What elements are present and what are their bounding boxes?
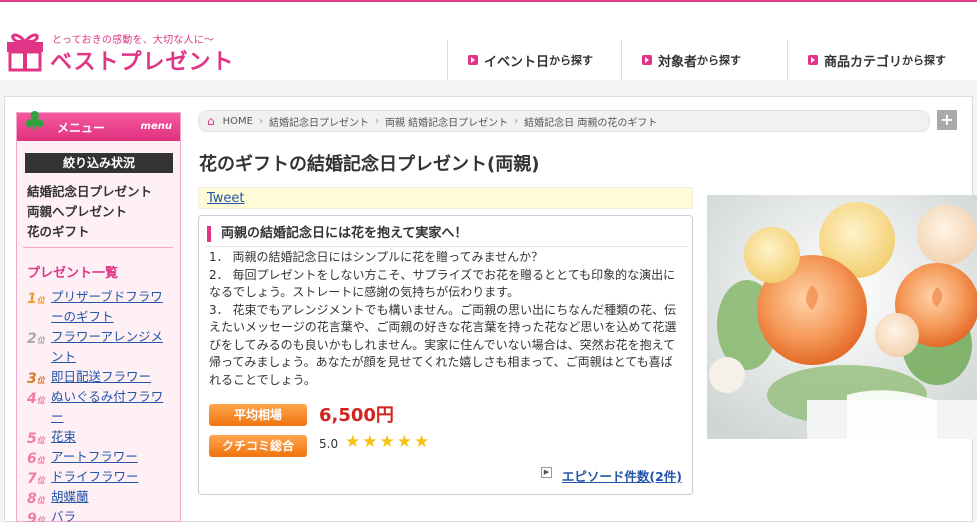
home-icon[interactable]: ⌂ <box>207 114 215 128</box>
present-list-heading: プレゼント一覧 <box>27 266 119 281</box>
filter-status-heading: 絞り込み状況 <box>25 153 173 173</box>
clover-icon: ♣ <box>23 107 47 137</box>
rank-badge: 1位 <box>27 291 45 307</box>
paragraph: 3． 花束でもアレンジメントでも構いません。ご両親の思い出にちなんだ種類の花、伝… <box>209 302 677 387</box>
rank-badge: 8位 <box>27 491 45 507</box>
rank-badge: 3位 <box>27 371 45 387</box>
episode-box: 両親の結婚記念日には花を抱えて実家へ！ 1． 両親の結婚記念日にはシンプルに花を… <box>198 215 693 495</box>
list-item[interactable]: 4位 ぬいぐるみ付フラワー <box>25 387 175 427</box>
episode-count-link[interactable]: エピソード件数(2件) <box>562 466 682 485</box>
list-item-link[interactable]: バラ <box>51 507 175 522</box>
rank-badge: 7位 <box>27 471 45 487</box>
review-badge: クチコミ総合 <box>209 435 307 457</box>
gift-logo-icon[interactable] <box>4 26 46 72</box>
list-item[interactable]: 2位 フラワーアレンジメント <box>25 327 175 367</box>
arrow-square-icon <box>642 55 652 65</box>
filter-item: 両親へプレゼント <box>27 204 128 219</box>
paragraph: 1． 両親の結婚記念日にはシンプルに花を贈ってみませんか？ <box>209 250 544 264</box>
breadcrumb: ⌂ HOME › 結婚記念日プレゼント › 両親 結婚記念日プレゼント › 結婚… <box>198 110 930 132</box>
breadcrumb-item[interactable]: HOME <box>223 116 253 127</box>
site-header: とっておきの感動を、大切な人に〜 ベストプレゼント イベント日 から探す 対象者か… <box>0 2 977 80</box>
tweet-bar: Tweet <box>198 187 693 209</box>
tweet-link[interactable]: Tweet <box>207 191 245 206</box>
list-item-link[interactable]: フラワーアレンジメント <box>51 327 175 367</box>
list-item-link[interactable]: 胡蝶蘭 <box>51 487 175 507</box>
chevron-right-icon: › <box>514 115 519 127</box>
breadcrumb-item[interactable]: 両親 結婚記念日プレゼント <box>385 114 508 129</box>
nav-suffix: から探す <box>697 54 742 67</box>
page-title: 花のギフトの結婚記念日プレゼント(両親) <box>199 154 540 175</box>
breadcrumb-item[interactable]: 結婚記念日プレゼント <box>269 114 369 129</box>
sidebar-title: メニュー <box>57 121 106 135</box>
list-item-link[interactable]: 即日配送フラワー <box>51 367 175 387</box>
site-brand[interactable]: ベストプレゼント <box>50 44 234 76</box>
chevron-right-icon: › <box>258 115 263 127</box>
box-body: 1． 両親の結婚記念日にはシンプルに花を贈ってみませんか？ 2． 毎回プレゼント… <box>209 249 681 389</box>
list-item[interactable]: 8位 胡蝶蘭 <box>25 487 175 507</box>
chevron-right-icon: › <box>374 115 379 127</box>
filter-item: 花のギフト <box>27 224 90 239</box>
divider <box>23 247 173 248</box>
list-item[interactable]: 1位 プリザーブドフラワーのギフト <box>25 287 175 327</box>
sidebar-header: ♣ メニュー menu <box>17 107 180 141</box>
nav-suffix: から探す <box>549 54 594 67</box>
nav-suffix: から探す <box>902 54 947 67</box>
rank-badge: 4位 <box>27 391 45 407</box>
list-item-link[interactable]: ドライフラワー <box>51 467 175 487</box>
avg-price-value: 6,500円 <box>319 405 394 426</box>
list-item-link[interactable]: 花束 <box>51 427 175 447</box>
list-item-link[interactable]: アートフラワー <box>51 447 175 467</box>
arrow-square-icon <box>468 55 478 65</box>
divider <box>205 246 687 247</box>
rank-badge: 2位 <box>27 331 45 347</box>
review-score: 5.0 <box>319 437 339 451</box>
nav-label: 商品カテゴリ <box>824 54 903 70</box>
list-item[interactable]: 9位 バラ <box>25 507 175 522</box>
paragraph: 2． 毎回プレゼントをしない方こそ、サプライズでお花を贈るととても印象的な演出に… <box>209 267 676 300</box>
rank-badge: 9位 <box>27 511 45 522</box>
nav-event-day[interactable]: イベント日 から探す <box>447 40 621 80</box>
breadcrumb-item: 結婚記念日 両親の花のギフト <box>524 117 658 129</box>
sidebar: ♣ メニュー menu 絞り込み状況 結婚記念日プレゼント 両親へプレゼント 花… <box>16 107 181 522</box>
rank-badge: 5位 <box>27 431 45 447</box>
arrow-square-icon <box>808 55 818 65</box>
star-rating-icon: ★★★★★ <box>345 432 432 452</box>
list-item[interactable]: 5位 花束 <box>25 427 175 447</box>
nav-category[interactable]: 商品カテゴリ から探す <box>787 40 977 80</box>
flower-bouquet-image <box>707 195 977 439</box>
nav-recipient[interactable]: 対象者 から探す <box>621 40 787 80</box>
sidebar-subtitle: menu <box>140 121 172 132</box>
avg-price-badge: 平均相場 <box>209 404 307 426</box>
list-item[interactable]: 7位 ドライフラワー <box>25 467 175 487</box>
expand-plus-icon[interactable]: + <box>937 110 957 130</box>
list-item-link[interactable]: ぬいぐるみ付フラワー <box>51 387 175 427</box>
nav-label: イベント日 <box>484 54 550 70</box>
nav-label: 対象者 <box>658 54 698 70</box>
list-item-link[interactable]: プリザーブドフラワーのギフト <box>51 287 175 327</box>
list-item[interactable]: 6位 アートフラワー <box>25 447 175 467</box>
sidebar-body: 絞り込み状況 結婚記念日プレゼント 両親へプレゼント 花のギフト プレゼント一覧… <box>17 141 180 522</box>
rank-badge: 6位 <box>27 451 45 467</box>
play-arrow-icon: ▶ <box>541 467 552 478</box>
filter-item: 結婚記念日プレゼント <box>27 184 153 199</box>
box-heading: 両親の結婚記念日には花を抱えて実家へ！ <box>207 226 467 242</box>
list-item[interactable]: 3位 即日配送フラワー <box>25 367 175 387</box>
